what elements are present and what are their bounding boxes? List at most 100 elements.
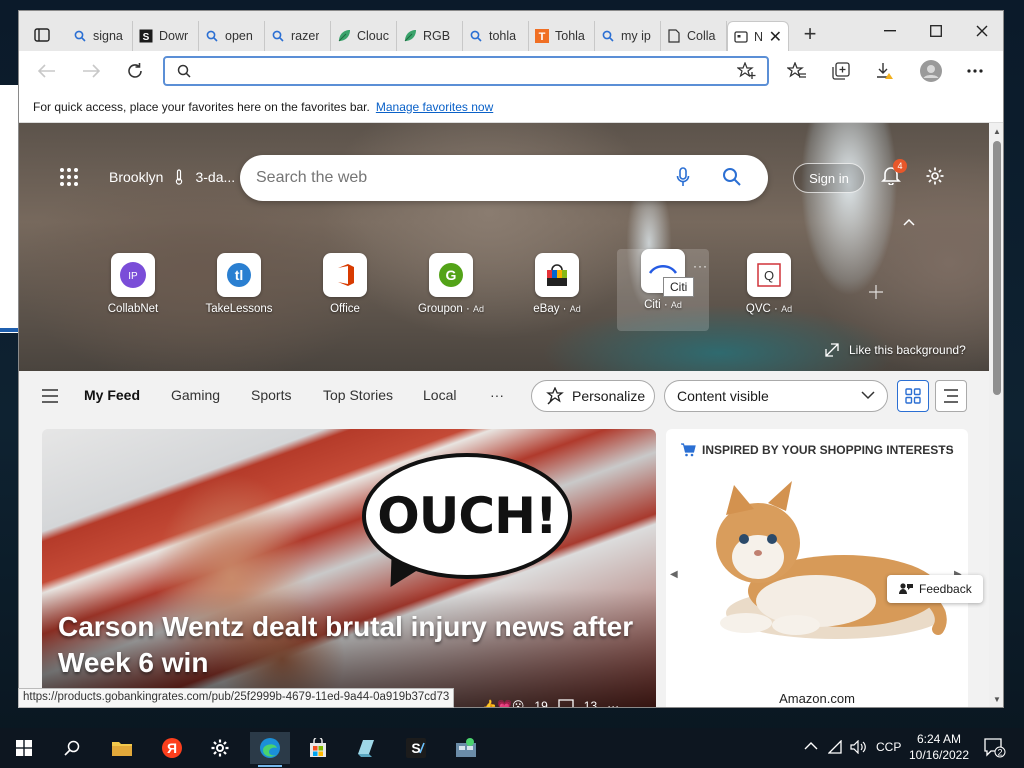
quick-link-collabnet[interactable]: IP CollabNet <box>87 253 179 335</box>
taskbar-app-crystal[interactable] <box>346 732 386 764</box>
taskbar-settings[interactable] <box>200 732 240 764</box>
apps-launcher-button[interactable] <box>59 167 79 190</box>
svg-text:2: 2 <box>997 748 1002 758</box>
carousel-prev-button[interactable]: ◀ <box>670 569 678 580</box>
profile-button[interactable] <box>917 59 945 83</box>
like-background-text: Like this background? <box>849 343 966 357</box>
browser-tab[interactable]: N ✕ <box>727 21 789 51</box>
feed-menu-button[interactable] <box>41 389 59 406</box>
browser-tab[interactable]: Colla <box>661 21 727 51</box>
list-view-button[interactable] <box>935 380 967 412</box>
browser-tab[interactable]: RGB <box>397 21 463 51</box>
taskbar-app-s[interactable]: S <box>396 732 436 764</box>
browser-tab[interactable]: signa <box>67 21 133 51</box>
web-search-box[interactable] <box>240 155 768 201</box>
content-visibility-dropdown[interactable]: Content visible <box>664 380 888 412</box>
feed-tab-top-stories[interactable]: Top Stories <box>323 387 393 403</box>
search-icon <box>271 29 285 43</box>
quick-link-ebay[interactable]: eBay · Ad <box>511 253 603 335</box>
browser-tab[interactable]: S Dowr <box>133 21 199 51</box>
browser-toolbar <box>19 51 1003 91</box>
scrollbar-thumb[interactable] <box>993 141 1001 395</box>
add-site-icon[interactable] <box>869 285 883 299</box>
feed-tab-my-feed[interactable]: My Feed <box>84 387 140 403</box>
like-background-link[interactable]: Like this background? <box>825 343 966 357</box>
taskbar-yandex-browser[interactable]: Я <box>152 732 192 764</box>
speech-bubble: OUCH! <box>362 453 572 579</box>
collapse-hero-icon[interactable] <box>903 213 915 229</box>
sign-in-button[interactable]: Sign in <box>793 163 865 193</box>
browser-tab[interactable]: open <box>199 21 265 51</box>
quick-link-takelessons[interactable]: tl TakeLessons <box>193 253 285 335</box>
featured-article-card[interactable]: OUCH! Carson Wentz dealt brutal injury n… <box>42 429 656 708</box>
scroll-down-arrow-icon[interactable]: ▼ <box>993 695 1001 704</box>
taskbar-edge[interactable] <box>250 732 290 767</box>
article-more-button[interactable]: ··· <box>607 699 619 707</box>
notifications-button[interactable]: 4 <box>881 159 907 188</box>
back-button[interactable] <box>33 59 61 83</box>
taskbar-app-control[interactable] <box>446 732 486 764</box>
grid-view-button[interactable] <box>897 380 929 412</box>
quick-link-groupon[interactable]: G Groupon · Ad <box>405 253 497 335</box>
product-image-cat[interactable] <box>686 473 952 653</box>
browser-tab[interactable]: my ip <box>595 21 661 51</box>
tab-actions-button[interactable] <box>27 23 57 47</box>
search-submit-icon[interactable] <box>722 167 742 187</box>
weather-widget[interactable]: Brooklyn 3-da... <box>109 169 235 185</box>
quick-link-office[interactable]: Office <box>299 253 391 335</box>
forward-button[interactable] <box>77 59 105 83</box>
taskbar-clock[interactable]: 6:24 AM 10/16/2022 <box>904 731 974 763</box>
refresh-button[interactable] <box>121 59 149 83</box>
new-tab-button[interactable]: + <box>797 23 823 47</box>
scroll-up-arrow-icon[interactable]: ▲ <box>993 127 1001 136</box>
quick-link-name: CollabNet <box>107 303 159 315</box>
close-tab-icon[interactable]: ✕ <box>769 27 782 47</box>
tray-network-icon[interactable] <box>827 739 844 757</box>
feed-more-button[interactable]: ··· <box>490 387 504 403</box>
favorites-button[interactable] <box>783 59 811 83</box>
browser-tab[interactable]: T Tohla <box>529 21 595 51</box>
microphone-icon[interactable] <box>676 167 690 187</box>
store-name[interactable]: Amazon.com <box>666 691 968 706</box>
feed-tab-sports[interactable]: Sports <box>251 387 291 403</box>
manage-favorites-link[interactable]: Manage favorites now <box>376 100 493 114</box>
shopping-more-button[interactable]: ··· <box>941 441 954 456</box>
taskbar-file-explorer[interactable] <box>102 732 142 764</box>
start-button[interactable] <box>4 732 44 764</box>
taskbar-search-button[interactable] <box>52 732 92 764</box>
ad-badge: Ad <box>569 304 581 314</box>
feedback-button[interactable]: Feedback <box>887 575 983 603</box>
personalize-button[interactable]: Personalize <box>531 380 655 412</box>
tray-language[interactable]: CCP <box>876 740 901 754</box>
settings-more-button[interactable] <box>961 59 989 83</box>
collections-button[interactable] <box>827 59 855 83</box>
tray-volume-icon[interactable] <box>850 739 866 757</box>
reaction-emojis-icon[interactable]: 👍💗😮 <box>482 699 524 707</box>
address-bar[interactable] <box>163 56 769 86</box>
minimize-button[interactable] <box>867 17 913 45</box>
page-settings-button[interactable] <box>925 166 945 189</box>
downloads-button[interactable] <box>871 59 899 83</box>
shopping-card[interactable]: INSPIRED BY YOUR SHOPPING INTERESTS ··· … <box>666 429 968 707</box>
feed-tab-gaming[interactable]: Gaming <box>171 387 220 403</box>
browser-tab[interactable]: razer <box>265 21 331 51</box>
article-headline[interactable]: Carson Wentz dealt brutal injury news af… <box>58 609 638 681</box>
add-favorite-icon[interactable] <box>737 62 757 80</box>
browser-tab[interactable]: Clouc <box>331 21 397 51</box>
comment-icon[interactable] <box>558 699 574 708</box>
quick-link-tile-icon <box>535 253 579 297</box>
quick-link-qvc[interactable]: Q QVC · Ad <box>723 253 815 335</box>
close-icon <box>976 25 988 37</box>
address-input[interactable] <box>201 61 721 81</box>
browser-tab[interactable]: tohla <box>463 21 529 51</box>
action-center-button[interactable]: 2 <box>984 738 1006 761</box>
tile-more-options[interactable]: ··· <box>693 259 708 273</box>
feed-tab-local[interactable]: Local <box>423 387 456 403</box>
new-tab-page: Brooklyn 3-da... Sign in 4 <box>19 123 989 708</box>
page-scrollbar[interactable]: ▲ ▼ <box>989 123 1003 707</box>
close-window-button[interactable] <box>959 17 1003 45</box>
web-search-input[interactable] <box>256 167 656 189</box>
taskbar-store[interactable] <box>298 732 338 764</box>
tray-people-icon[interactable] <box>804 740 818 755</box>
maximize-button[interactable] <box>913 17 959 45</box>
